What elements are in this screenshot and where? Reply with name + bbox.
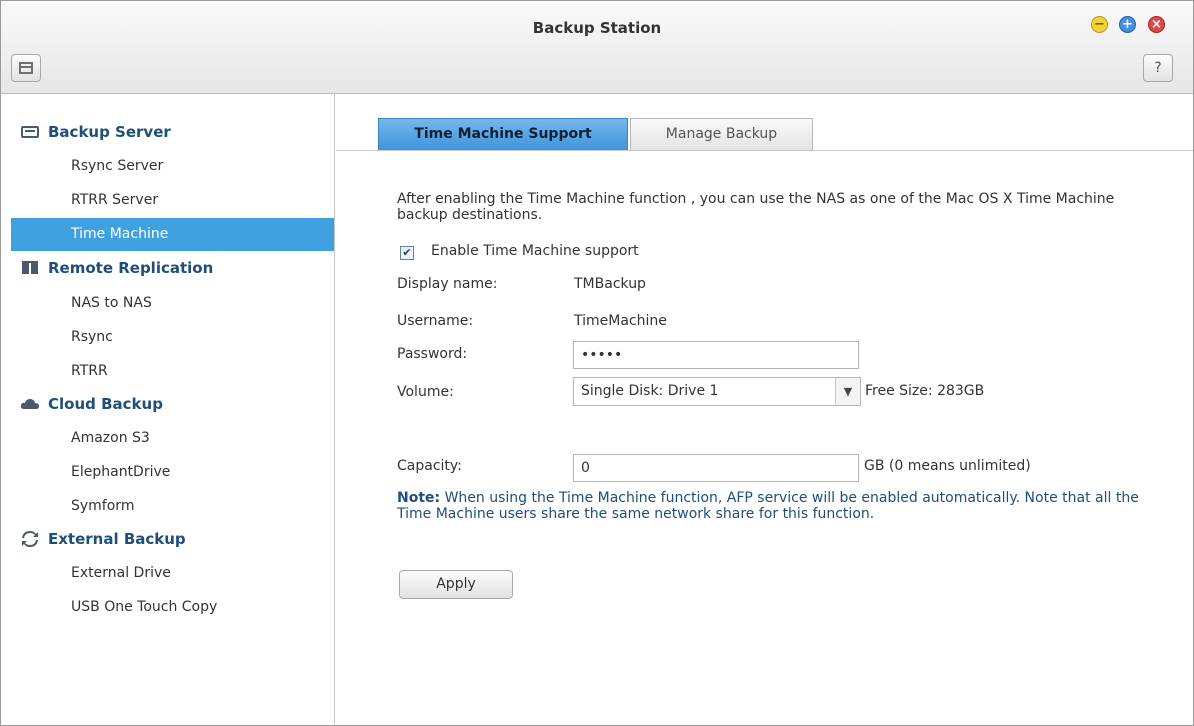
sidebar-item-rsync-server[interactable]: Rsync Server bbox=[11, 150, 334, 183]
sidebar-section-cloud-backup[interactable]: Cloud Backup bbox=[20, 394, 163, 414]
note-text: Note: When using the Time Machine functi… bbox=[397, 490, 1157, 522]
display-name-label: Display name: bbox=[397, 276, 498, 292]
close-icon[interactable]: × bbox=[1148, 16, 1165, 33]
sidebar-item-rtrr-server[interactable]: RTRR Server bbox=[11, 184, 334, 217]
window-title: Backup Station bbox=[532, 19, 662, 37]
sidebar-item-rtrr[interactable]: RTRR bbox=[11, 355, 334, 388]
sidebar-item-amazon-s3[interactable]: Amazon S3 bbox=[11, 422, 334, 455]
note-body: When using the Time Machine function, AF… bbox=[397, 490, 1139, 522]
description-text: After enabling the Time Machine function… bbox=[397, 191, 1115, 223]
enable-time-machine-checkbox[interactable]: ✔ bbox=[400, 246, 414, 260]
sidebar-item-symform[interactable]: Symform bbox=[11, 490, 334, 523]
password-label: Password: bbox=[397, 346, 468, 362]
volume-select[interactable]: Single Disk: Drive 1 ▼ bbox=[573, 377, 861, 406]
layout-icon bbox=[19, 62, 33, 74]
sidebar-item-nas-to-nas[interactable]: NAS to NAS bbox=[11, 287, 334, 320]
free-size-text: Free Size: 283GB bbox=[865, 383, 985, 399]
sidebar-section-label: Remote Replication bbox=[48, 259, 214, 277]
help-button[interactable]: ? bbox=[1143, 54, 1173, 82]
chevron-down-icon[interactable]: ▼ bbox=[835, 378, 860, 405]
sidebar-item-elephantdrive[interactable]: ElephantDrive bbox=[11, 456, 334, 489]
volume-selected-value: Single Disk: Drive 1 bbox=[581, 383, 719, 399]
sidebar-item-time-machine[interactable]: Time Machine bbox=[11, 218, 334, 251]
sync-icon bbox=[20, 531, 40, 547]
layout-toggle-button[interactable] bbox=[11, 54, 41, 82]
sidebar: Backup Server Rsync Server RTRR Server T… bbox=[1, 94, 335, 725]
sidebar-section-label: External Backup bbox=[48, 530, 186, 548]
display-name-value: TMBackup bbox=[574, 276, 646, 292]
enable-time-machine-label[interactable]: Enable Time Machine support bbox=[431, 243, 639, 259]
volume-label: Volume: bbox=[397, 384, 454, 400]
sidebar-section-label: Backup Server bbox=[48, 123, 171, 141]
backup-station-window: Backup Station − + × ? Backup Server Rsy… bbox=[0, 0, 1194, 726]
sidebar-item-rsync[interactable]: Rsync bbox=[11, 321, 334, 354]
maximize-icon[interactable]: + bbox=[1119, 16, 1136, 33]
sidebar-section-label: Cloud Backup bbox=[48, 395, 163, 413]
server-icon bbox=[20, 124, 40, 140]
sidebar-section-backup-server[interactable]: Backup Server bbox=[20, 122, 171, 142]
capacity-field[interactable]: 0 bbox=[573, 454, 859, 482]
capacity-unit-text: GB (0 means unlimited) bbox=[864, 458, 1031, 474]
note-prefix: Note: bbox=[397, 490, 441, 506]
sidebar-item-usb-one-touch-copy[interactable]: USB One Touch Copy bbox=[11, 591, 334, 624]
apply-button[interactable]: Apply bbox=[399, 570, 513, 599]
sidebar-item-external-drive[interactable]: External Drive bbox=[11, 557, 334, 590]
cloud-icon bbox=[20, 396, 40, 412]
title-bar: Backup Station − + × ? bbox=[1, 1, 1193, 94]
replication-icon bbox=[20, 260, 40, 276]
password-field[interactable]: ••••• bbox=[573, 341, 859, 369]
username-label: Username: bbox=[397, 313, 474, 329]
tab-manage-backup[interactable]: Manage Backup bbox=[630, 118, 813, 151]
username-value: TimeMachine bbox=[574, 313, 667, 329]
sidebar-section-remote-replication[interactable]: Remote Replication bbox=[20, 258, 213, 278]
tab-time-machine-support[interactable]: Time Machine Support bbox=[378, 118, 628, 151]
capacity-label: Capacity: bbox=[397, 458, 462, 474]
minimize-icon[interactable]: − bbox=[1091, 16, 1108, 33]
sidebar-section-external-backup[interactable]: External Backup bbox=[20, 529, 186, 549]
tab-divider bbox=[336, 150, 1193, 151]
